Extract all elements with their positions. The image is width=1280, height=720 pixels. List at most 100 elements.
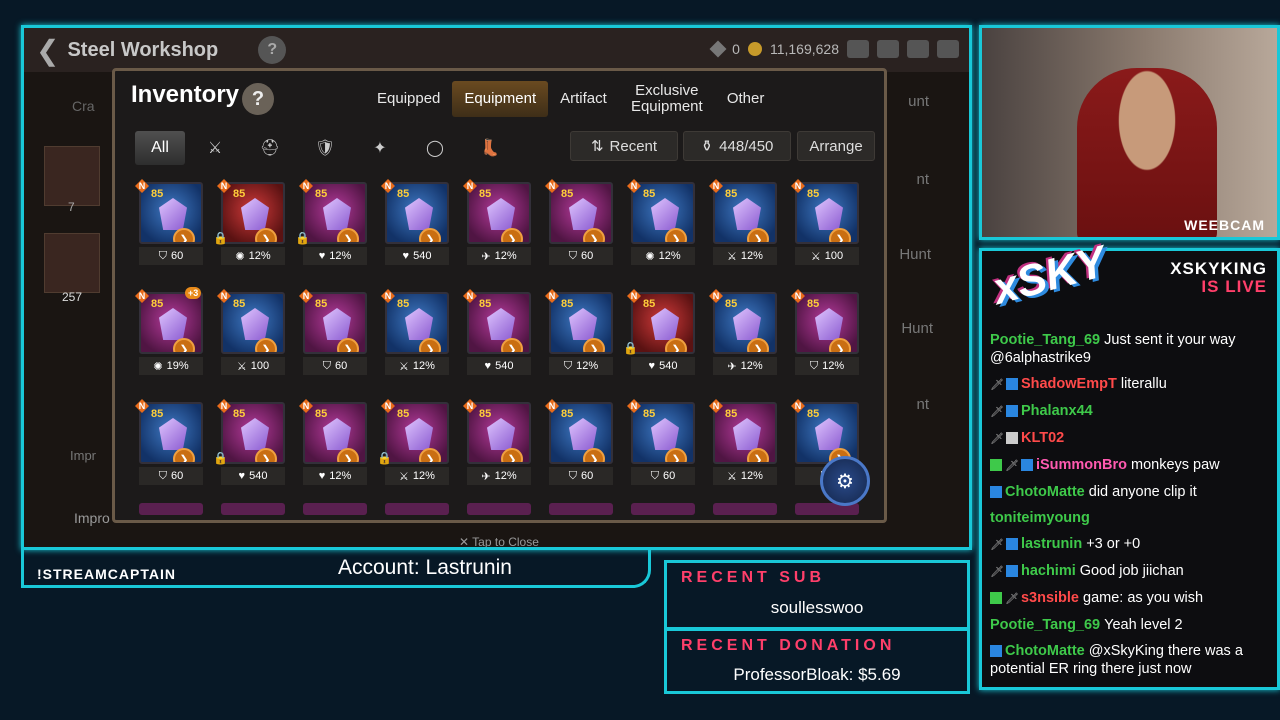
main-stat: ⛉ 60 [549, 247, 613, 265]
equipment-slot[interactable]: 85 ❯ N ⛉ 12% [545, 289, 623, 385]
capacity-display[interactable]: ⚱ 448/450 [683, 131, 791, 161]
tab-0[interactable]: Equipped [365, 81, 452, 117]
equipment-slot-partial[interactable] [385, 503, 449, 515]
guild-icon[interactable] [847, 40, 869, 58]
speed-icon: ✈ [481, 250, 491, 263]
stat-value: 12% [329, 470, 352, 482]
equipment-slot[interactable]: 85 ❯ N ✈ 12% [709, 289, 787, 385]
chat-username[interactable]: ChotoMatte [1005, 643, 1085, 659]
tab-4[interactable]: Other [715, 81, 777, 117]
set-icon: ❯ [255, 448, 277, 462]
equipment-slot[interactable]: 85 ❯ N 🔒 ✺ 12% [213, 179, 295, 275]
necklace-icon[interactable]: ✦ [355, 131, 405, 165]
set-icon: ❯ [255, 228, 277, 242]
equipment-slot[interactable]: 85 ❯ N ♥ 12% [299, 399, 377, 495]
chat-username[interactable]: Pootie_Tang_69 [990, 617, 1100, 633]
equipment-slot[interactable]: 85 ❯ N 🔒 ♥ 540 [623, 289, 705, 385]
tab-3[interactable]: Exclusive Equipment [619, 81, 715, 117]
equipment-slot-partial[interactable] [303, 503, 367, 515]
equipment-slot[interactable]: 85 ❯ N 🔒 ♥ 12% [295, 179, 377, 275]
equipment-slot[interactable]: 85 ❯ N ⛉ 60 [135, 399, 213, 495]
arrange-button[interactable]: Arrange [797, 131, 875, 161]
equipment-slot-partial[interactable] [467, 503, 531, 515]
tab-1[interactable]: Equipment [452, 81, 549, 117]
armor-icon[interactable]: 🛡 [300, 131, 350, 165]
equipment-card: 85 ❯ [221, 182, 285, 244]
equipment-slot[interactable]: 85 ❯ N ♥ 540 [463, 289, 541, 385]
equipment-slot[interactable]: 85 ❯ N ⛉ 12% [791, 289, 869, 385]
equipment-card: 85 ❯ [303, 292, 367, 354]
back-arrow-icon[interactable]: ❮ [36, 34, 59, 67]
equipment-slot[interactable]: 85 ❯ N ⚔ 12% [381, 289, 459, 385]
stat-value: 540 [495, 360, 514, 372]
gold-icon [747, 42, 762, 56]
equipment-slot[interactable]: 85 ❯ N ✈ 12% [463, 179, 541, 275]
equipment-slot[interactable]: 85 ❯ N ⚔ 100 [791, 179, 869, 275]
equipment-slot-partial[interactable] [631, 503, 695, 515]
side-thumb-2[interactable] [44, 233, 100, 293]
chat-username[interactable]: KLT02 [1021, 430, 1064, 446]
side-thumb-1[interactable] [44, 146, 100, 206]
chat-username[interactable]: ChotoMatte [1005, 484, 1085, 500]
chat-username[interactable]: Pootie_Tang_69 [990, 332, 1100, 348]
chat-username[interactable]: hachimi [1021, 563, 1076, 579]
boots-icon[interactable]: 👢 [465, 131, 515, 165]
tab-2[interactable]: Artifact [548, 81, 619, 117]
weapon-icon[interactable]: ⚔ [190, 131, 240, 165]
equipment-card: 85 ❯ [467, 292, 531, 354]
equipment-card: 85 ❯ [713, 292, 777, 354]
filter-fab-icon[interactable]: ⚙ [820, 456, 870, 506]
mail-icon[interactable] [877, 40, 899, 58]
all-icon[interactable]: All [135, 131, 185, 165]
equipment-slot[interactable]: 85 ❯ N ⚔ 12% [709, 399, 787, 495]
set-icon: ❯ [665, 338, 687, 352]
chat-username[interactable]: Phalanx44 [1021, 403, 1093, 419]
equipment-slot[interactable]: 85 ❯ N ✺ 12% [627, 179, 705, 275]
attack-icon: ⚔ [236, 360, 247, 373]
equipment-slot[interactable]: 85 ❯ N ⛉ 60 [545, 399, 623, 495]
equipment-slot[interactable]: 85 ❯ N +3 ✺ 19% [135, 287, 213, 385]
equipment-slot[interactable]: 85 ❯ N ♥ 540 [381, 179, 459, 275]
equipment-slot[interactable]: 85 ❯ N ⚔ 12% [709, 179, 787, 275]
tap-to-close[interactable]: ✕ Tap to Close [459, 535, 539, 547]
set-icon: ❯ [337, 338, 359, 352]
equipment-slot[interactable]: 85 ❯ N ⛉ 60 [627, 399, 705, 495]
menu-icon[interactable] [937, 40, 959, 58]
chat-username[interactable]: ShadowEmpT [1021, 376, 1117, 392]
chat-icon[interactable] [907, 40, 929, 58]
equipment-slot[interactable]: 85 ❯ N 🔒 ♥ 540 [213, 399, 295, 495]
helmet-icon[interactable]: ⛑ [245, 131, 295, 165]
equipment-card: 85 ❯ [303, 182, 367, 244]
set-icon: ❯ [173, 338, 195, 352]
chat-username[interactable]: iSummonBro [1036, 457, 1127, 473]
equipment-slot-partial[interactable] [713, 503, 777, 515]
equipment-slot[interactable]: 85 ❯ N ⛉ 60 [135, 179, 213, 275]
ring-icon[interactable]: ◯ [410, 131, 460, 165]
equipment-slot[interactable]: 85 ❯ N ⚔ 100 [217, 289, 295, 385]
equipment-slot[interactable]: 85 ❯ N 🔒 ⚔ 12% [377, 399, 459, 495]
main-stat: ♥ 12% [303, 247, 367, 265]
help-icon[interactable]: ? [258, 36, 287, 64]
equipment-slot[interactable]: 85 ❯ N ⛉ 60 [545, 179, 623, 275]
speed-icon: ✈ [481, 470, 491, 483]
chat-username[interactable]: lastrunin [1021, 536, 1082, 552]
stat-value: 12% [740, 250, 763, 262]
equipment-slot[interactable]: 85 ❯ N ✈ 12% [463, 399, 541, 495]
improve-button[interactable]: Impro [74, 510, 110, 526]
equipment-slot-partial[interactable] [139, 503, 203, 515]
recent-sub-value: soullesswoo [770, 598, 864, 617]
chat-username[interactable]: s3nsible [1021, 590, 1079, 606]
equipment-slot-partial[interactable] [221, 503, 285, 515]
equipment-slot-partial[interactable] [549, 503, 613, 515]
equipment-slot[interactable]: 85 ❯ N ⛉ 60 [299, 289, 377, 385]
shield-icon: ⛉ [568, 249, 577, 262]
chat-username[interactable]: toniteimyoung [990, 510, 1090, 526]
chat-text: literallu [1120, 376, 1167, 392]
sort-button[interactable]: ⇅ Recent [570, 131, 678, 161]
stat-value: 540 [659, 360, 678, 372]
set-icon: ❯ [173, 448, 195, 462]
chat-message: 🗡 hachimi Good job jiichan [990, 562, 1271, 581]
inventory-help-button[interactable]: ? [242, 83, 274, 115]
stat-value: 540 [249, 470, 268, 482]
equipment-card: 85 ❯ [385, 182, 449, 244]
